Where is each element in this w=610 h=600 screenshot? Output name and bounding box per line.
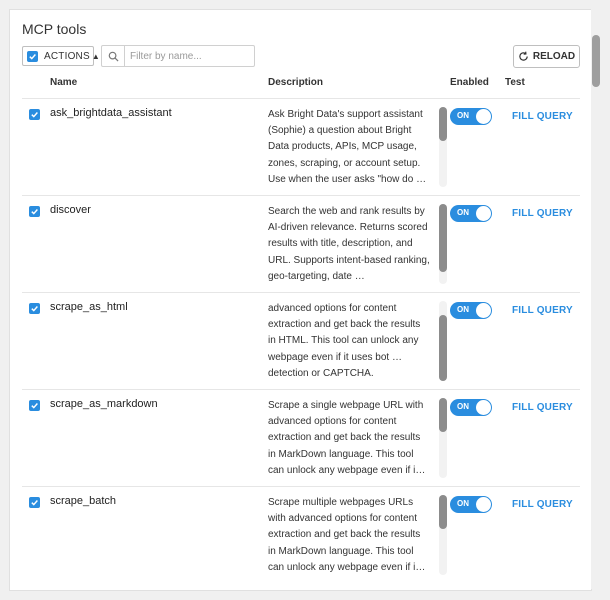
fill-query-button[interactable]: FILL QUERY xyxy=(512,111,573,122)
search-icon xyxy=(102,46,125,66)
toggle-label: ON xyxy=(457,305,469,314)
enabled-toggle[interactable]: ON xyxy=(450,496,492,513)
filter-field[interactable] xyxy=(101,45,255,67)
page-scrollbar[interactable] xyxy=(591,9,601,589)
scrollbar-thumb[interactable] xyxy=(439,204,447,272)
description-scrollbar[interactable] xyxy=(439,301,447,381)
row-checkbox-icon[interactable] xyxy=(29,497,40,508)
scrollbar-thumb[interactable] xyxy=(439,107,447,141)
toggle-knob xyxy=(476,109,491,124)
table-row: scrape_as_markdown Scrape a single webpa… xyxy=(22,389,580,487)
filter-input[interactable] xyxy=(125,49,252,63)
column-header-name: Name xyxy=(50,77,78,88)
tool-name: ask_brightdata_assistant xyxy=(50,107,172,119)
column-header-enabled: Enabled xyxy=(450,77,489,88)
reload-button[interactable]: RELOAD xyxy=(513,45,580,68)
toggle-label: ON xyxy=(457,499,469,508)
fill-query-button[interactable]: FILL QUERY xyxy=(512,402,573,413)
column-header-test: Test xyxy=(505,77,525,88)
caret-up-icon: ▲ xyxy=(91,51,100,61)
toggle-label: ON xyxy=(457,208,469,217)
tool-name: scrape_batch xyxy=(50,495,117,507)
table-row: scrape_batch Scrape multiple webpages UR… xyxy=(22,486,580,584)
toggle-knob xyxy=(476,303,491,318)
description-scrollbar[interactable] xyxy=(439,495,447,575)
scrollbar-thumb[interactable] xyxy=(439,315,447,381)
page-scrollbar-thumb[interactable] xyxy=(592,35,600,87)
reload-label: RELOAD xyxy=(532,51,576,62)
description-scrollbar[interactable] xyxy=(439,204,447,284)
row-checkbox-icon[interactable] xyxy=(29,400,40,411)
tool-description: Search the web and rank results by AI-dr… xyxy=(268,206,430,282)
panel-title: MCP tools xyxy=(22,21,87,37)
toggle-knob xyxy=(476,497,491,512)
tool-description: Scrape multiple webpages URLs with advan… xyxy=(268,497,426,573)
column-header-description: Description xyxy=(268,77,324,88)
enabled-toggle[interactable]: ON xyxy=(450,108,492,125)
table-row: discover Search the web and rank results… xyxy=(22,195,580,293)
mcp-tools-panel: MCP tools ACTIONS ▲ RELOAD Name Descript… xyxy=(9,9,592,591)
table-row: ask_brightdata_assistant Ask Bright Data… xyxy=(22,98,580,196)
toggle-knob xyxy=(476,400,491,415)
row-checkbox-icon[interactable] xyxy=(29,303,40,314)
enabled-toggle[interactable]: ON xyxy=(450,205,492,222)
tool-name: scrape_as_markdown xyxy=(50,398,158,410)
description-scrollbar[interactable] xyxy=(439,107,447,187)
table-row: scrape_as_html advanced options for cont… xyxy=(22,292,580,390)
refresh-icon xyxy=(519,51,528,61)
scrollbar-thumb[interactable] xyxy=(439,398,447,432)
scrollbar-thumb[interactable] xyxy=(439,495,447,529)
toggle-label: ON xyxy=(457,402,469,411)
fill-query-button[interactable]: FILL QUERY xyxy=(512,208,573,219)
tool-name: discover xyxy=(50,204,91,216)
tool-description: Ask Bright Data's support assistant (Sop… xyxy=(268,109,427,185)
tool-name: scrape_as_html xyxy=(50,301,128,313)
tool-description: advanced options for content extraction … xyxy=(268,303,421,379)
enabled-toggle[interactable]: ON xyxy=(450,399,492,416)
description-scrollbar[interactable] xyxy=(439,398,447,478)
toggle-label: ON xyxy=(457,111,469,120)
fill-query-button[interactable]: FILL QUERY xyxy=(512,499,573,510)
select-all-checkbox-icon[interactable] xyxy=(27,50,38,62)
actions-dropdown-button[interactable]: ACTIONS ▲ xyxy=(22,46,100,66)
enabled-toggle[interactable]: ON xyxy=(450,302,492,319)
row-checkbox-icon[interactable] xyxy=(29,206,40,217)
toggle-knob xyxy=(476,206,491,221)
actions-label: ACTIONS xyxy=(44,50,90,62)
row-checkbox-icon[interactable] xyxy=(29,109,40,120)
fill-query-button[interactable]: FILL QUERY xyxy=(512,305,573,316)
tool-description: Scrape a single webpage URL with advance… xyxy=(268,400,426,476)
